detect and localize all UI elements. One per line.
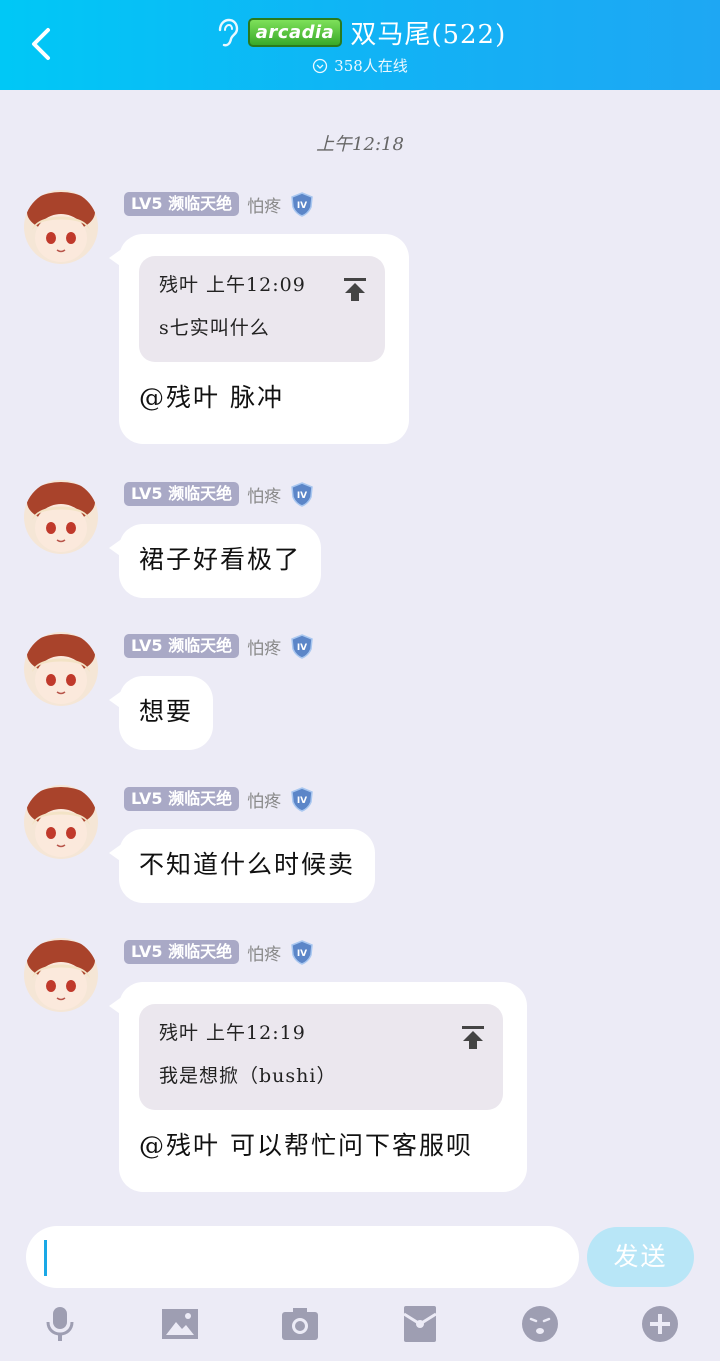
avatar[interactable] <box>24 938 98 1012</box>
camera-icon[interactable] <box>278 1302 322 1346</box>
message-bubble[interactable]: 残叶 上午12:19 我是想掀（bushi） @残叶 可以帮忙问下客服呗 <box>109 982 527 1192</box>
message-text: 想要 <box>139 697 194 726</box>
avatar[interactable] <box>24 632 98 706</box>
avatar[interactable] <box>24 190 98 264</box>
message-bubble[interactable]: 想要 <box>108 676 214 750</box>
svg-text:IV: IV <box>297 949 307 959</box>
vip-shield-icon: IV <box>291 482 313 507</box>
quoted-message[interactable]: 残叶 上午12:09 s七实叫什么 <box>139 256 385 362</box>
title-row[interactable]: arcadia 双马尾(522) <box>0 14 720 51</box>
message-bubble[interactable]: 裙子好看极了 <box>108 524 322 598</box>
image-icon[interactable] <box>158 1302 202 1346</box>
quote-body: 我是想掀（bushi） <box>159 1065 337 1087</box>
app-badge: arcadia <box>247 18 343 47</box>
user-title: 怕疼 <box>247 944 282 965</box>
message-input[interactable] <box>26 1226 579 1288</box>
message-text: 裙子好看极了 <box>139 545 302 574</box>
group-title: 双马尾(522) <box>350 20 507 50</box>
message-text: @残叶 脉冲 <box>139 383 284 412</box>
quote-header: 残叶 上午12:19 <box>159 1022 306 1044</box>
svg-text:IV: IV <box>297 643 307 653</box>
vip-shield-icon: IV <box>291 940 313 965</box>
chevron-down-circle-icon <box>313 58 328 73</box>
microphone-icon[interactable] <box>38 1302 82 1346</box>
online-count[interactable]: 358人在线 <box>0 55 720 76</box>
message-text: @残叶 可以帮忙问下客服呗 <box>139 1131 473 1160</box>
message-bubble[interactable]: 不知道什么时候卖 <box>108 829 376 903</box>
quoted-message[interactable]: 残叶 上午12:19 我是想掀（bushi） <box>139 1004 503 1110</box>
send-button[interactable]: 发送 <box>587 1227 694 1287</box>
level-badge: LV5 濒临天绝 <box>124 482 240 506</box>
message-bubble[interactable]: 残叶 上午12:09 s七实叫什么 @残叶 脉冲 <box>109 234 409 444</box>
red-packet-icon[interactable] <box>398 1302 442 1346</box>
chat-message: LV5 濒临天绝 怕疼 IV 残叶 上午12:19 我是想掀（bushi） @残… <box>24 938 704 1198</box>
user-title: 怕疼 <box>247 196 282 217</box>
user-title: 怕疼 <box>247 791 282 812</box>
text-caret <box>44 1240 47 1276</box>
chat-message: LV5 濒临天绝 怕疼 IV 不知道什么时候卖 <box>24 785 704 905</box>
level-badge: LV5 濒临天绝 <box>124 940 240 964</box>
quote-header: 残叶 上午12:09 <box>159 274 306 296</box>
jump-to-top-icon[interactable] <box>343 276 367 302</box>
jump-to-top-icon[interactable] <box>461 1024 485 1050</box>
user-title: 怕疼 <box>247 638 282 659</box>
message-text: 不知道什么时候卖 <box>139 850 356 879</box>
vip-shield-icon: IV <box>291 192 313 217</box>
emoji-icon[interactable] <box>518 1302 562 1346</box>
svg-text:IV: IV <box>297 201 307 211</box>
level-badge: LV5 濒临天绝 <box>124 787 240 811</box>
chat-message: LV5 濒临天绝 怕疼 IV 残叶 上午12:09 s七实叫什么 @残叶 脉冲 <box>24 190 704 450</box>
user-title: 怕疼 <box>247 486 282 507</box>
vip-shield-icon: IV <box>291 787 313 812</box>
message-timestamp: 上午12:18 <box>316 134 404 155</box>
chat-header: arcadia 双马尾(522) 358人在线 <box>0 0 720 90</box>
level-badge: LV5 濒临天绝 <box>124 192 240 216</box>
level-badge: LV5 濒临天绝 <box>124 634 240 658</box>
input-bar: 发送 <box>0 1210 720 1361</box>
avatar[interactable] <box>24 480 98 554</box>
input-toolbar <box>0 1302 720 1352</box>
chat-message: LV5 濒临天绝 怕疼 IV 裙子好看极了 <box>24 480 704 600</box>
svg-text:IV: IV <box>297 796 307 806</box>
plus-icon[interactable] <box>638 1302 682 1346</box>
ear-icon <box>218 18 238 46</box>
online-label: 358人在线 <box>334 57 408 75</box>
chat-message: LV5 濒临天绝 怕疼 IV 想要 <box>24 632 704 752</box>
quote-body: s七实叫什么 <box>159 317 270 339</box>
avatar[interactable] <box>24 785 98 859</box>
svg-text:IV: IV <box>297 491 307 501</box>
vip-shield-icon: IV <box>291 634 313 659</box>
